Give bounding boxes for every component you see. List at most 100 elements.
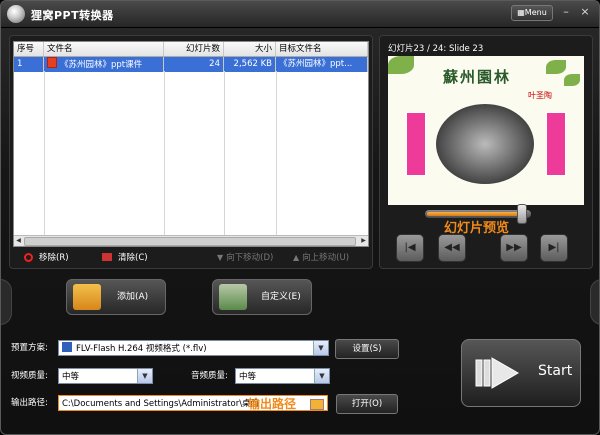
preview-slider-fill (427, 212, 519, 216)
preset-select[interactable]: FLV-Flash H.264 视频格式 (*.flv) ▼ (58, 340, 329, 356)
file-list-header: 序号 文件名 幻灯片数 大小 目标文件名 (14, 42, 368, 57)
remove-icon (24, 253, 33, 262)
column-divider (276, 71, 277, 236)
first-slide-button[interactable]: |◀ (396, 234, 424, 262)
column-header-target[interactable]: 目标文件名 (276, 42, 368, 56)
left-banner (406, 112, 426, 176)
start-button-label: Start (538, 363, 573, 379)
clear-button-label: 清除(C) (118, 253, 148, 263)
folder-icon[interactable] (310, 399, 324, 410)
file-list[interactable]: 序号 文件名 幻灯片数 大小 目标文件名 1 《苏州园林》ppt课件 24 2,… (13, 41, 369, 247)
app-window: 狸窝PPT转换器 ▦Menu – × 序号 文件名 幻灯片数 大小 目标文件名 … (0, 0, 600, 435)
output-path-input[interactable]: C:\Documents and Settings\Administrator\… (58, 395, 328, 411)
garden-photo (436, 104, 534, 184)
move-up-button[interactable]: ▲ 向上移动(U) (293, 251, 349, 265)
row-size: 2,562 KB (224, 57, 276, 72)
chevron-down-icon: ▼ (313, 341, 328, 355)
scroll-right-icon[interactable]: ▶ (359, 236, 368, 246)
add-file-icon (73, 284, 101, 310)
rewind-icon: ◀◀ (444, 242, 460, 253)
start-arrow-icon (475, 357, 520, 389)
leaf-decoration (388, 56, 414, 74)
column-header-filename[interactable]: 文件名 (44, 42, 164, 56)
last-slide-button[interactable]: ▶| (540, 234, 568, 262)
close-icon: × (580, 5, 590, 18)
output-path-hint: 输出路径 (248, 397, 297, 411)
minimize-icon: – (563, 5, 569, 18)
table-row[interactable]: 1 《苏州园林》ppt课件 24 2,562 KB 《苏州园林》ppt... (14, 57, 368, 72)
skip-forward-icon: ▶| (548, 242, 560, 253)
column-header-index[interactable]: 序号 (14, 42, 44, 56)
open-button[interactable]: 打开(O) (336, 394, 398, 414)
clear-icon (102, 253, 112, 261)
column-header-slides[interactable]: 幻灯片数 (164, 42, 224, 56)
slide-caption: 幻灯片23 / 24: Slide 23 (388, 44, 484, 54)
preset-label: 预置方案: (11, 343, 48, 353)
slide-preview: 蘇州園林 叶圣陶 (388, 56, 584, 205)
slide-title: 蘇州園林 (443, 68, 512, 86)
app-logo-icon (7, 5, 25, 23)
output-path-value: C:\Documents and Settings\Administrator\… (62, 399, 260, 409)
remove-button-label: 移除(R) (39, 253, 69, 263)
chevron-down-icon: ▼ (314, 369, 329, 383)
output-path-label: 输出路径: (11, 398, 48, 408)
preview-panel: 幻灯片23 / 24: Slide 23 蘇州園林 叶圣陶 幻灯片预览 |◀ ◀… (379, 35, 593, 269)
column-divider (224, 71, 225, 236)
move-up-label: 向上移动(U) (302, 253, 350, 263)
leaf-decoration (564, 74, 580, 86)
arrow-up-icon: ▲ (293, 253, 300, 262)
add-button[interactable]: 添加(A) (66, 279, 166, 315)
audio-quality-label: 音频质量: (191, 371, 228, 381)
chevron-down-icon: ▼ (137, 369, 152, 383)
horizontal-scrollbar[interactable]: ◀ ▶ (14, 235, 368, 246)
ppt-file-icon (47, 57, 57, 68)
file-list-panel: 序号 文件名 幻灯片数 大小 目标文件名 1 《苏州园林》ppt课件 24 2,… (9, 35, 373, 269)
row-filename-text: 《苏州园林》ppt课件 (60, 60, 143, 70)
row-target: 《苏州园林》ppt... (276, 57, 368, 72)
skip-back-icon: |◀ (404, 242, 416, 253)
close-button[interactable]: × (578, 5, 592, 19)
title-bar[interactable]: 狸窝PPT转换器 ▦Menu – × (1, 1, 599, 28)
next-slide-button[interactable]: ▶▶ (500, 234, 528, 262)
video-quality-value: 中等 (62, 372, 80, 382)
preset-value: FLV-Flash H.264 视频格式 (*.flv) (76, 344, 207, 354)
column-header-size[interactable]: 大小 (224, 42, 276, 56)
video-quality-label: 视频质量: (11, 371, 48, 381)
menu-button-label: Menu (524, 8, 547, 17)
customize-button[interactable]: 自定义(E) (212, 279, 312, 315)
video-quality-select[interactable]: 中等 ▼ (58, 368, 153, 384)
settings-button[interactable]: 设置(S) (335, 339, 399, 359)
row-filename: 《苏州园林》ppt课件 (44, 57, 164, 72)
column-divider (164, 71, 165, 236)
audio-quality-select[interactable]: 中等 ▼ (235, 368, 330, 384)
move-down-label: 向下移动(D) (226, 253, 274, 263)
app-title: 狸窝PPT转换器 (31, 9, 114, 22)
minimize-button[interactable]: – (559, 5, 573, 19)
row-index: 1 (14, 57, 44, 72)
flash-format-icon (62, 342, 72, 352)
customize-button-label: 自定义(E) (261, 292, 301, 302)
start-button[interactable]: Start (461, 339, 581, 407)
remove-button[interactable]: 移除(R) (24, 251, 69, 265)
slide-author: 叶圣陶 (528, 91, 552, 100)
leaf-decoration (546, 60, 566, 74)
right-side-ornament (590, 279, 599, 325)
scroll-left-icon[interactable]: ◀ (14, 236, 23, 246)
right-banner (546, 112, 566, 176)
previous-slide-button[interactable]: ◀◀ (438, 234, 466, 262)
fast-forward-icon: ▶▶ (506, 242, 522, 253)
menu-grid-icon: ▦ (517, 8, 525, 17)
move-down-button[interactable]: ▼ 向下移动(D) (217, 251, 273, 265)
preview-slider-knob[interactable] (517, 204, 527, 224)
audio-quality-value: 中等 (239, 372, 257, 382)
column-divider (368, 71, 369, 236)
scrollbar-thumb[interactable] (24, 237, 356, 246)
left-side-ornament (1, 279, 12, 325)
column-divider (44, 71, 45, 236)
menu-button[interactable]: ▦Menu (511, 5, 553, 21)
arrow-down-icon: ▼ (217, 253, 224, 262)
row-slides: 24 (164, 57, 224, 72)
add-button-label: 添加(A) (117, 292, 149, 302)
tools-icon (219, 284, 247, 310)
clear-button[interactable]: 清除(C) (102, 251, 148, 265)
